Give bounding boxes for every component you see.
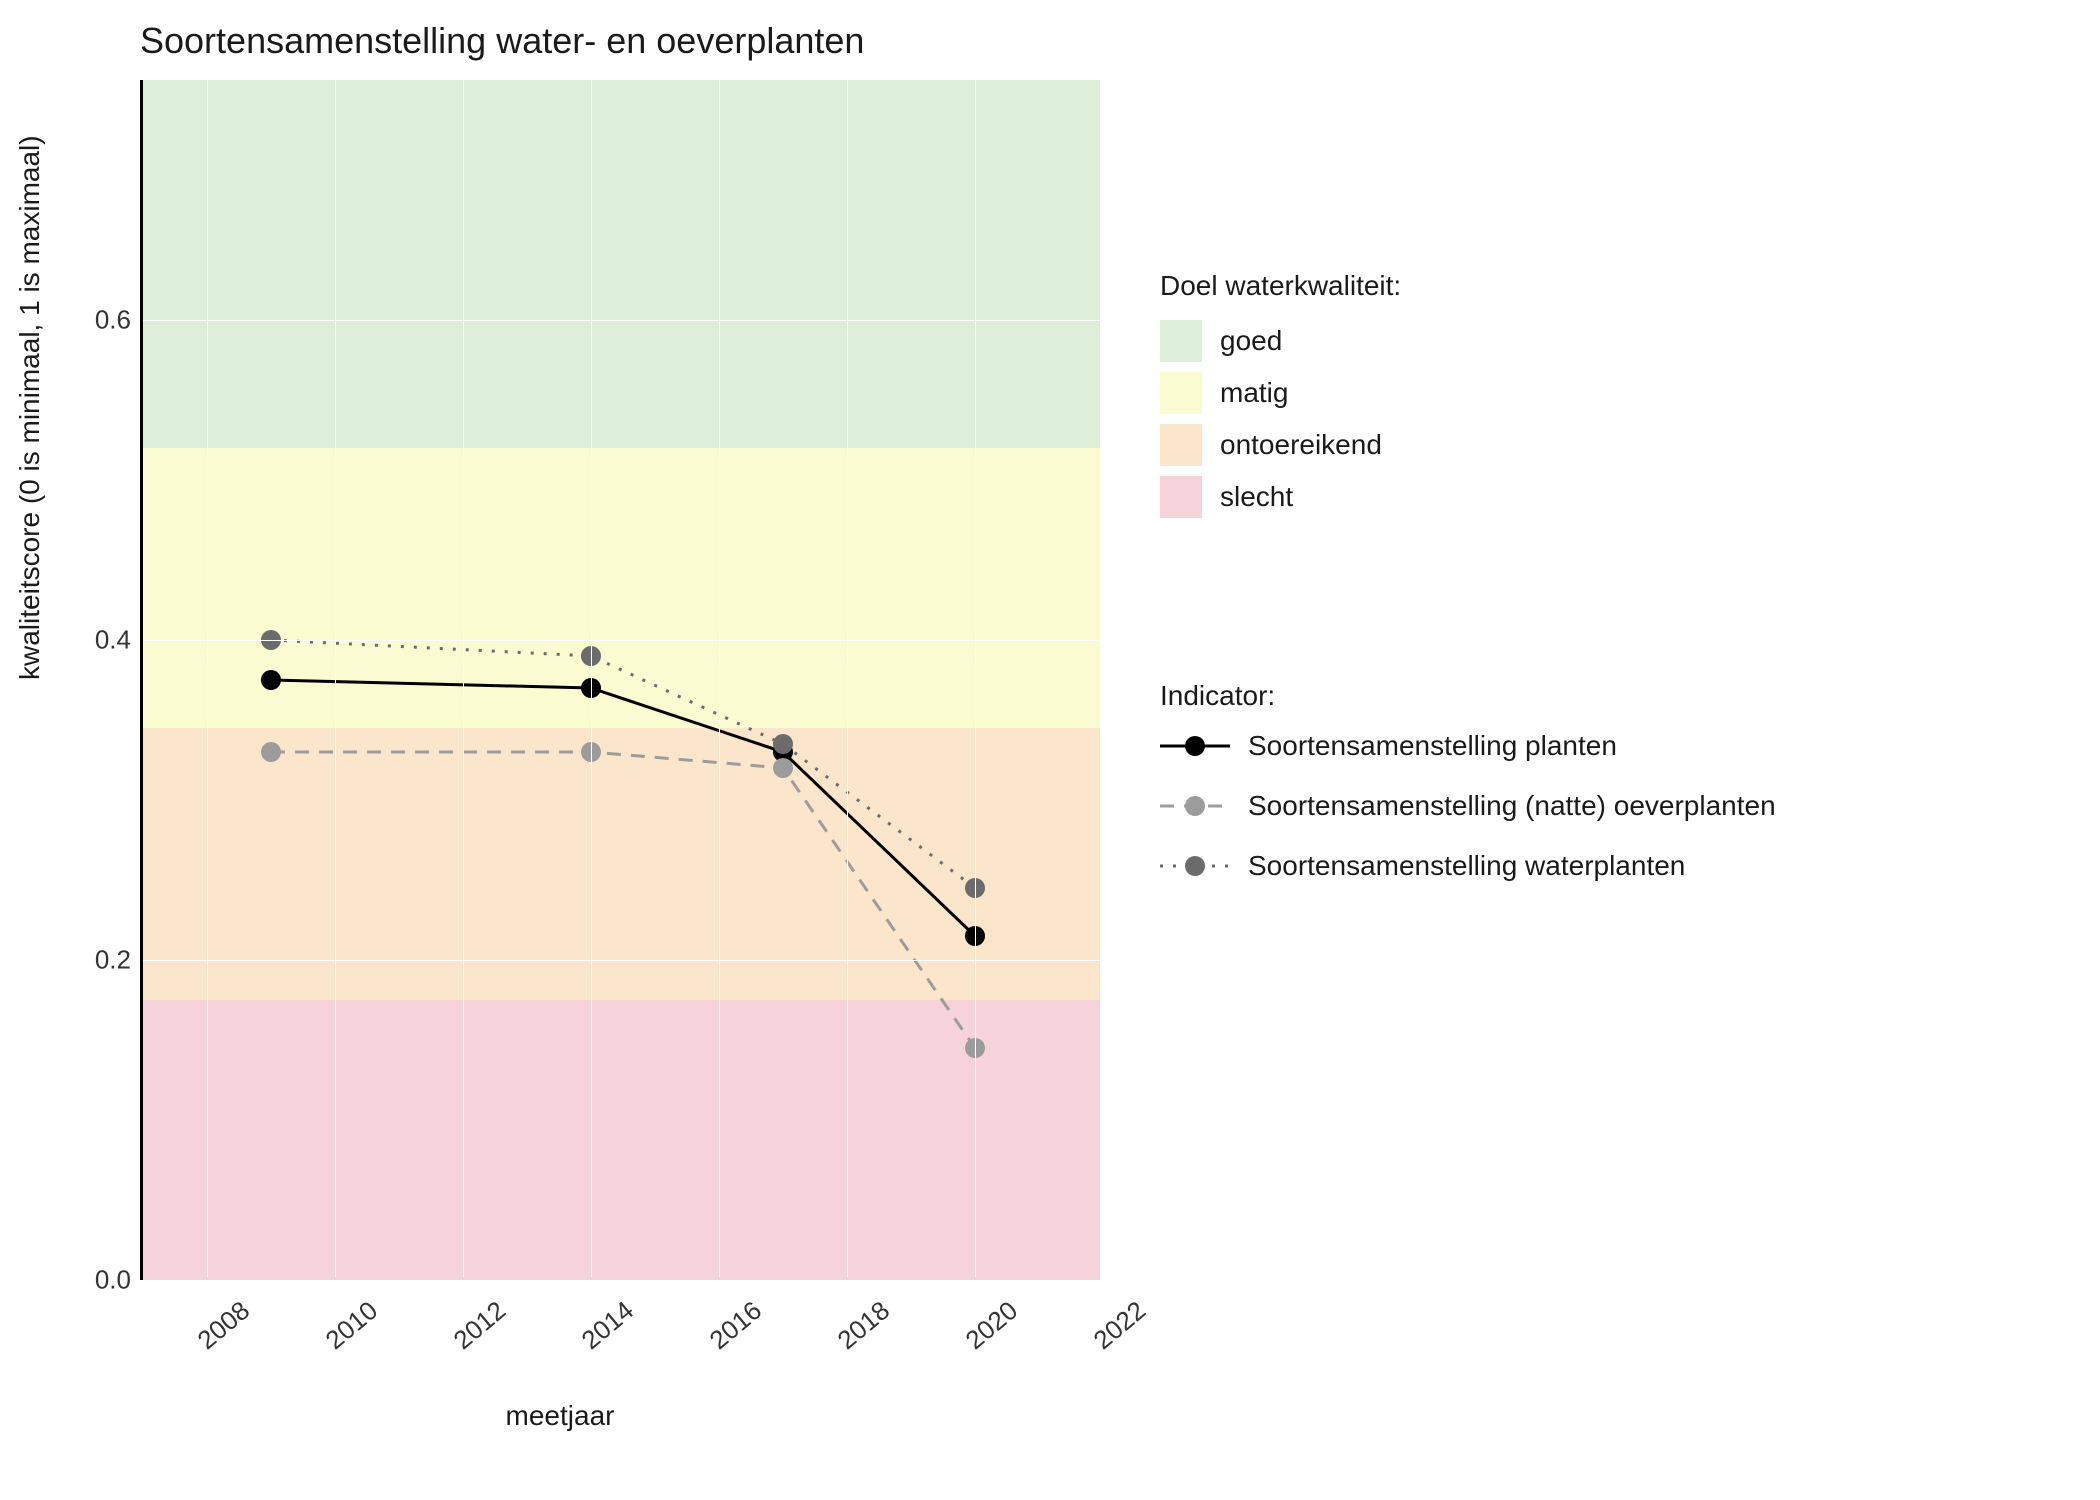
data-point	[261, 670, 281, 690]
legend-indicator-title: Indicator:	[1160, 680, 1776, 712]
plot-area: 0.00.20.40.62008201020122014201620182020…	[140, 80, 1100, 1280]
legend-line-sample	[1160, 851, 1230, 881]
legend-indicator-label: Soortensamenstelling (natte) oeverplante…	[1248, 790, 1776, 822]
legend-quality-label: ontoereikend	[1220, 429, 1382, 461]
legend-quality: Doel waterkwaliteit: goed matig ontoereike…	[1160, 270, 1401, 528]
y-tick-label: 0.6	[95, 305, 131, 336]
x-tick-label: 2010	[320, 1295, 384, 1356]
x-tick-label: 2020	[960, 1295, 1024, 1356]
x-tick-label: 2022	[1088, 1295, 1152, 1356]
gridline-h	[143, 960, 1100, 961]
x-tick-label: 2018	[832, 1295, 896, 1356]
y-tick-label: 0.2	[95, 945, 131, 976]
legend-quality-label: matig	[1220, 377, 1288, 409]
legend-line-sample	[1160, 731, 1230, 761]
legend-quality-label: slecht	[1220, 481, 1293, 513]
legend-swatch	[1160, 320, 1202, 362]
data-point	[773, 734, 793, 754]
series-line	[271, 752, 975, 1048]
gridline-v	[207, 80, 208, 1277]
x-tick-label: 2016	[704, 1295, 768, 1356]
line-layer	[143, 80, 1100, 1277]
data-point	[773, 758, 793, 778]
gridline-v	[463, 80, 464, 1277]
x-tick-label: 2008	[192, 1295, 256, 1356]
chart-title: Soortensamenstelling water- en oeverplan…	[140, 20, 864, 62]
series-line	[271, 640, 975, 888]
gridline-h	[143, 640, 1100, 641]
gridline-v	[847, 80, 848, 1277]
legend-indicator: Indicator: Soortensamenstelling planten S…	[1160, 680, 1776, 910]
chart-container: Soortensamenstelling water- en oeverplan…	[0, 0, 2100, 1500]
legend-swatch	[1160, 372, 1202, 414]
legend-indicator-label: Soortensamenstelling planten	[1248, 730, 1617, 762]
gridline-h	[143, 1280, 1100, 1281]
legend-line-sample	[1160, 791, 1230, 821]
legend-quality-row: goed	[1160, 320, 1401, 362]
legend-swatch	[1160, 476, 1202, 518]
legend-quality-title: Doel waterkwaliteit:	[1160, 270, 1401, 302]
x-axis-label: meetjaar	[506, 1400, 615, 1432]
gridline-v	[335, 80, 336, 1277]
x-tick-label: 2012	[448, 1295, 512, 1356]
x-tick-label: 2014	[576, 1295, 640, 1356]
legend-indicator-row: Soortensamenstelling planten	[1160, 730, 1776, 762]
legend-indicator-label: Soortensamenstelling waterplanten	[1248, 850, 1685, 882]
legend-quality-label: goed	[1220, 325, 1282, 357]
legend-quality-row: ontoereikend	[1160, 424, 1401, 466]
y-axis-label: kwaliteitscore (0 is minimaal, 1 is maxi…	[14, 135, 46, 680]
legend-indicator-row: Soortensamenstelling waterplanten	[1160, 850, 1776, 882]
gridline-v	[975, 80, 976, 1277]
gridline-v	[591, 80, 592, 1277]
gridline-v	[719, 80, 720, 1277]
data-point	[261, 742, 281, 762]
legend-quality-row: matig	[1160, 372, 1401, 414]
legend-indicator-row: Soortensamenstelling (natte) oeverplante…	[1160, 790, 1776, 822]
legend-swatch	[1160, 424, 1202, 466]
legend-quality-row: slecht	[1160, 476, 1401, 518]
gridline-h	[143, 320, 1100, 321]
gridline-v	[1103, 80, 1104, 1277]
y-tick-label: 0.0	[95, 1265, 131, 1296]
y-tick-label: 0.4	[95, 625, 131, 656]
